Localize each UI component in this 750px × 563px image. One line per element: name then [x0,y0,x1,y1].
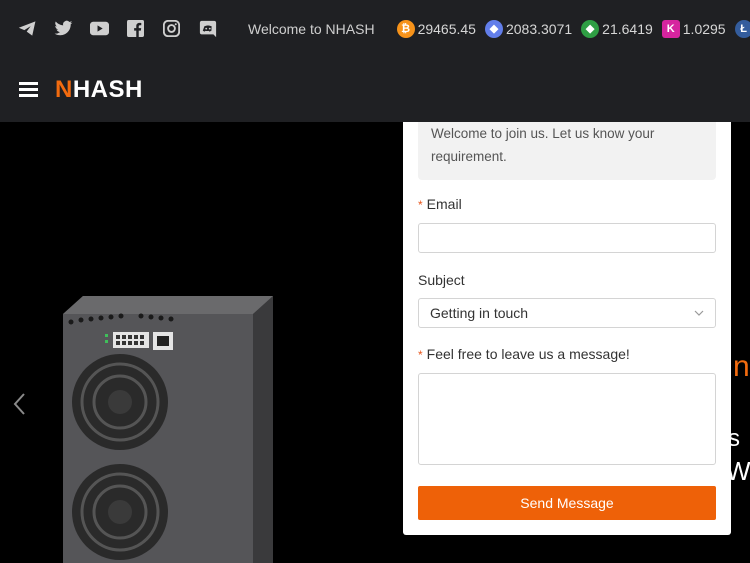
top-bar: Welcome to NHASH ₿ 29465.45 ◆ 2083.3071 … [0,0,750,57]
ticker-kas: K 1.0295 [661,19,726,38]
subject-select[interactable]: Getting in touch [418,298,716,328]
youtube-icon[interactable] [90,19,109,38]
kaspa-icon: K [661,19,680,38]
bitcoin-icon: ₿ [396,19,415,38]
welcome-text: Welcome to NHASH [248,20,375,37]
ticker-value: 29465.45 [417,20,476,37]
facebook-icon[interactable] [126,19,145,38]
ticker-value: 2083.3071 [505,20,573,37]
twitter-icon[interactable] [54,19,73,38]
ticker-value: 1.0295 [682,20,726,37]
subject-value: Getting in touch [430,305,529,321]
discord-icon[interactable] [198,19,217,38]
carousel-prev-icon[interactable] [12,392,28,416]
site-logo[interactable]: N HASH [55,76,143,104]
email-label: * Email [418,196,462,212]
miner-image [63,296,273,563]
price-tickers: ₿ 29465.45 ◆ 2083.3071 ◆ 21.6419 K 1.029… [396,19,750,38]
logo-text: HASH [72,75,143,103]
telegram-icon[interactable] [18,19,37,38]
form-intro-text: Welcome to join us. Let us know your req… [431,126,655,164]
subject-label: Subject [418,272,465,288]
message-label: * Feel free to leave us a message! [418,346,630,362]
hero-heading-fragment: n [733,350,750,383]
chevron-down-icon [694,310,704,316]
ticker-eth: ◆ 2083.3071 [484,19,573,38]
contact-form: Welcome to join us. Let us know your req… [403,122,731,535]
ticker-ltc: Ł 99 [734,19,750,38]
logo-accent: N [55,75,73,103]
ethereum-classic-icon: ◆ [581,19,600,38]
message-field[interactable] [418,373,716,465]
form-intro: Welcome to join us. Let us know your req… [418,122,716,180]
litecoin-icon: Ł [734,19,750,38]
social-links [18,19,234,38]
instagram-icon[interactable] [162,19,181,38]
ticker-etc: ◆ 21.6419 [581,19,653,38]
ticker-value: 21.6419 [602,20,653,37]
send-message-button[interactable]: Send Message [418,486,716,520]
email-field[interactable] [418,223,716,253]
ticker-btc: ₿ 29465.45 [396,19,476,38]
ethereum-icon: ◆ [484,19,503,38]
menu-icon[interactable] [19,82,38,97]
main-navbar: N HASH [0,57,750,122]
